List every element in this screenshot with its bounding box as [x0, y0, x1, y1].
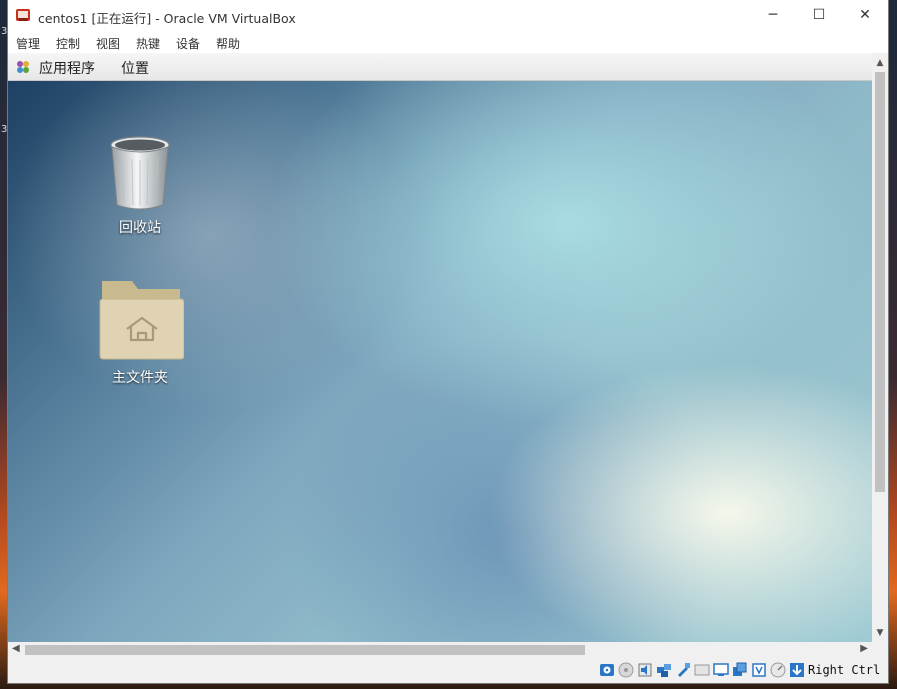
home-folder-icon	[99, 281, 185, 360]
scroll-left-button[interactable]: ◀	[12, 643, 20, 654]
desktop-icon-label: 主文件夹	[112, 370, 168, 386]
menu-control[interactable]: 控制	[56, 35, 80, 52]
menu-view[interactable]: 视图	[96, 35, 120, 52]
menu-devices[interactable]: 设备	[176, 35, 200, 52]
minimize-button[interactable]: ─	[750, 0, 796, 31]
close-button[interactable]: ✕	[842, 0, 888, 31]
host-edge-digit: 3	[1, 26, 8, 37]
title-bar[interactable]: centos1 [正在运行] - Oracle VM VirtualBox ─ …	[8, 0, 888, 31]
window-title: centos1 [正在运行] - Oracle VM VirtualBox	[38, 11, 296, 26]
desktop-icon-label: 回收站	[119, 220, 161, 236]
applications-menu[interactable]: 应用程序	[39, 58, 95, 78]
maximize-button[interactable]: ☐	[796, 0, 842, 31]
usb-icon[interactable]	[675, 662, 691, 678]
vertical-scrollbar[interactable]: ▲ ▼	[872, 53, 888, 642]
optical-drive-icon[interactable]	[618, 662, 634, 678]
horizontal-scrollbar[interactable]: ◀ ▶	[8, 642, 872, 658]
network-icon[interactable]	[656, 662, 672, 678]
desktop-icon-trash[interactable]: 回收站	[100, 135, 180, 237]
scroll-corner	[872, 642, 888, 658]
shared-folders-icon[interactable]	[694, 662, 710, 678]
host-key-label: Right Ctrl	[808, 663, 881, 677]
mouse-integration-icon[interactable]	[770, 662, 786, 678]
gnome-top-panel: 应用程序 位置	[8, 53, 872, 81]
display-icon[interactable]	[713, 662, 729, 678]
guest-display[interactable]: 应用程序 位置 回收站 主文件夹	[8, 53, 872, 642]
menu-hotkeys[interactable]: 热键	[136, 35, 160, 52]
places-menu[interactable]: 位置	[121, 58, 149, 78]
horizontal-scroll-thumb[interactable]	[25, 645, 585, 655]
scroll-up-button[interactable]: ▲	[872, 58, 888, 68]
audio-icon[interactable]	[637, 662, 653, 678]
hard-disk-icon[interactable]	[599, 662, 615, 678]
vertical-scroll-thumb[interactable]	[875, 72, 885, 492]
video-capture-icon[interactable]	[732, 662, 748, 678]
menu-machine[interactable]: 管理	[16, 35, 40, 52]
menu-bar: 管理 控制 视图 热键 设备 帮助	[8, 31, 888, 53]
cpu-icon[interactable]	[751, 662, 767, 678]
keyboard-icon[interactable]	[789, 662, 805, 678]
scroll-right-button[interactable]: ▶	[860, 643, 868, 654]
status-bar: Right Ctrl	[8, 658, 888, 683]
trash-icon	[110, 136, 170, 210]
scroll-down-button[interactable]: ▼	[872, 628, 888, 638]
virtualbox-window: centos1 [正在运行] - Oracle VM VirtualBox ─ …	[8, 0, 888, 683]
menu-help[interactable]: 帮助	[216, 35, 240, 52]
host-edge-digit: 3	[1, 124, 8, 135]
applications-icon	[17, 61, 29, 73]
desktop-icon-home[interactable]: 主文件夹	[94, 279, 186, 387]
virtualbox-app-icon	[16, 9, 30, 21]
